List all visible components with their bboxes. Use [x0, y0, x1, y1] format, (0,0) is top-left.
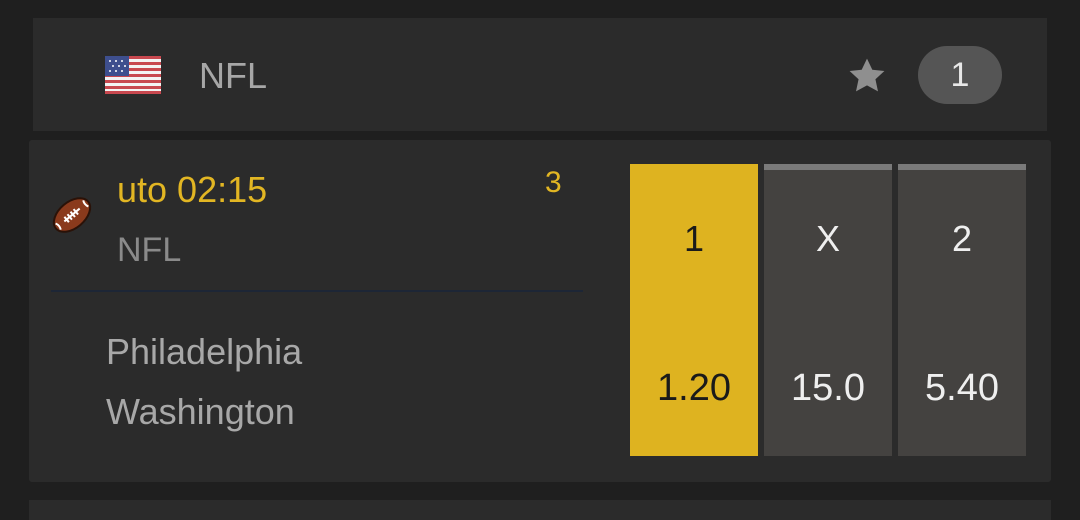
- markets-count[interactable]: 3: [545, 166, 562, 200]
- american-football-icon: [52, 197, 92, 233]
- league-header[interactable]: NFL 1: [33, 18, 1047, 131]
- star-icon[interactable]: [845, 54, 889, 98]
- event-time: uto 02:15: [117, 169, 268, 210]
- away-team: Washington: [106, 391, 295, 432]
- home-team: Philadelphia: [106, 331, 303, 372]
- odds-price: 1.20: [657, 367, 731, 409]
- divider: [51, 290, 583, 292]
- odds-label: 1: [683, 218, 705, 259]
- event-league: NFL: [117, 231, 182, 269]
- event-count-badge: 1: [918, 46, 1002, 104]
- odds-label: X: [815, 218, 840, 259]
- us-flag-icon: [105, 56, 161, 94]
- odds-button-draw[interactable]: X 15.0: [764, 164, 892, 456]
- odds-label: 2: [951, 218, 973, 259]
- odds-top-bar: [764, 164, 892, 170]
- odds-top-bar: [898, 164, 1026, 170]
- odds-button-home[interactable]: 1 1.20: [630, 164, 758, 456]
- odds-price: 15.0: [791, 367, 865, 409]
- odds-price: 5.40: [925, 367, 999, 409]
- league-title: NFL: [199, 55, 268, 96]
- event-card[interactable]: uto 02:15 3 NFL Philadelphia Washington …: [29, 140, 1051, 482]
- next-event-card[interactable]: [29, 500, 1051, 520]
- odds-button-away[interactable]: 2 5.40: [898, 164, 1026, 456]
